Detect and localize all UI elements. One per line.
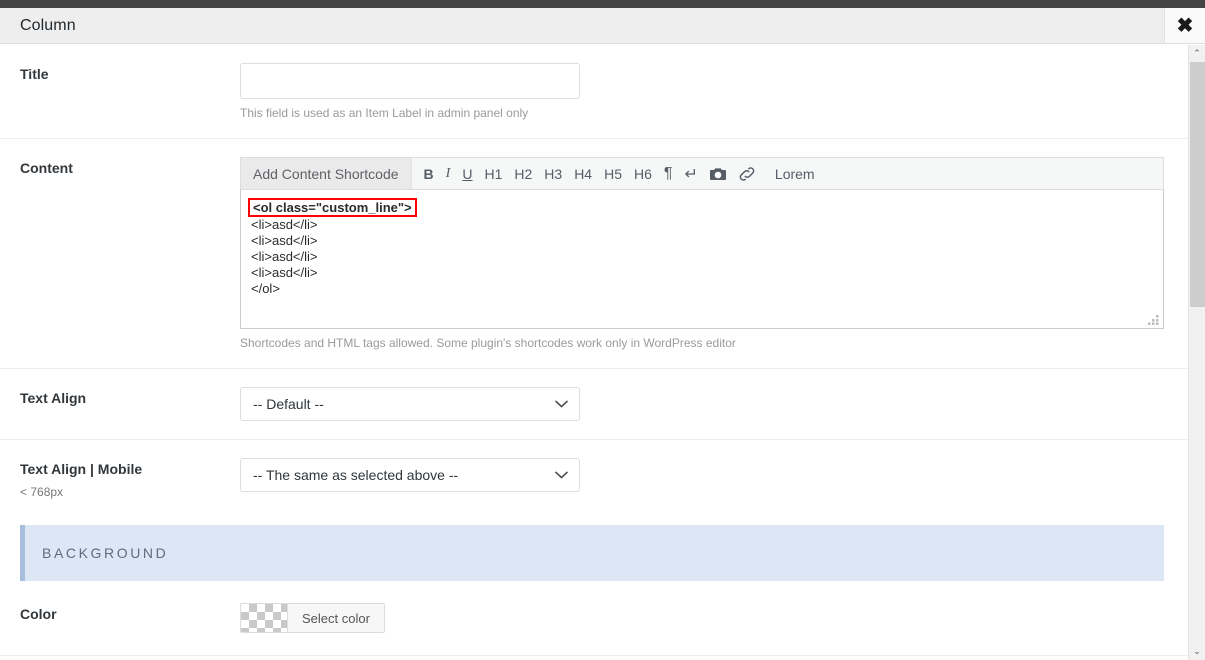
- content-textarea[interactable]: <ol class="custom_line"> <li>asd</li> <l…: [240, 189, 1164, 329]
- title-field-cell: This field is used as an Item Label in a…: [240, 63, 1164, 120]
- text-align-mobile-field-cell: -- The same as selected above --: [240, 458, 1164, 492]
- camera-icon: [709, 167, 726, 180]
- form-row-text-align: Text Align -- Default --: [0, 368, 1188, 439]
- scrollbar-thumb[interactable]: [1190, 62, 1205, 307]
- content-label-cell: Content: [20, 157, 240, 176]
- close-icon: ✖: [1176, 14, 1194, 37]
- form-row-title: Title This field is used as an Item Labe…: [0, 45, 1188, 138]
- underline-button[interactable]: U: [456, 158, 478, 190]
- heading-4-button[interactable]: H4: [568, 158, 598, 190]
- background-section-header: BACKGROUND: [20, 525, 1164, 581]
- chevron-down-icon: [555, 471, 568, 479]
- text-align-field-cell: -- Default --: [240, 387, 1164, 421]
- text-align-mobile-selected-value: -- The same as selected above --: [253, 467, 459, 483]
- form-row-image: Image Browse: [0, 655, 1188, 660]
- modal-body: Title This field is used as an Item Labe…: [0, 45, 1188, 660]
- text-align-mobile-sublabel: < 768px: [20, 485, 64, 499]
- text-align-mobile-label-cell: Text Align | Mobile < 768px: [20, 458, 240, 499]
- link-icon: [739, 166, 755, 181]
- paragraph-button[interactable]: ¶: [658, 158, 679, 190]
- background-section-title: BACKGROUND: [42, 545, 169, 561]
- content-help-text: Shortcodes and HTML tags allowed. Some p…: [240, 336, 736, 350]
- heading-3-button[interactable]: H3: [538, 158, 568, 190]
- color-field-cell: Select color: [240, 603, 1164, 637]
- code-line: </ol>: [251, 281, 280, 296]
- chevron-down-icon: [555, 400, 568, 408]
- color-swatch-transparent: [241, 604, 287, 632]
- code-line: <li>asd</li>: [251, 233, 318, 248]
- italic-button[interactable]: I: [440, 158, 457, 190]
- section-row-background: BACKGROUND: [0, 525, 1188, 581]
- heading-2-button[interactable]: H2: [508, 158, 538, 190]
- camera-button[interactable]: [704, 158, 733, 190]
- color-label-cell: Color: [20, 603, 240, 622]
- code-line: <li>asd</li>: [251, 217, 318, 232]
- resize-handle-icon[interactable]: [1148, 313, 1160, 325]
- vertical-scrollbar[interactable]: ⌃ ⌄: [1188, 45, 1205, 660]
- text-align-label-cell: Text Align: [20, 387, 240, 406]
- text-align-select[interactable]: -- Default --: [240, 387, 580, 421]
- code-line-wrapper: <ol class="custom_line">: [248, 198, 1153, 217]
- title-label: Title: [20, 66, 49, 82]
- title-input[interactable]: [240, 63, 580, 99]
- highlighted-code-line: <ol class="custom_line">: [248, 198, 417, 217]
- text-align-label: Text Align: [20, 390, 87, 406]
- text-align-mobile-label: Text Align | Mobile: [20, 461, 143, 477]
- select-color-button[interactable]: Select color: [240, 603, 385, 633]
- modal-header: Column: [0, 8, 1164, 44]
- line-break-button[interactable]: ↵: [679, 158, 704, 190]
- heading-6-button[interactable]: H6: [628, 158, 658, 190]
- bold-button[interactable]: B: [418, 158, 440, 190]
- lorem-button[interactable]: Lorem: [761, 158, 821, 190]
- heading-1-button[interactable]: H1: [478, 158, 508, 190]
- browser-top-strip: [0, 0, 1205, 8]
- editor-toolbar: Add Content Shortcode B I U H1 H2 H3 H4 …: [240, 157, 1164, 190]
- select-color-label: Select color: [287, 604, 384, 632]
- title-help-text: This field is used as an Item Label in a…: [240, 106, 529, 120]
- content-field-cell: Add Content Shortcode B I U H1 H2 H3 H4 …: [240, 157, 1164, 350]
- chevron-down-icon: ⌄: [1193, 646, 1201, 656]
- color-label: Color: [20, 606, 57, 622]
- page-title: Column: [20, 16, 76, 34]
- chevron-up-icon: ⌃: [1193, 48, 1201, 58]
- form-row-content: Content Add Content Shortcode B I U H1 H…: [0, 138, 1188, 368]
- code-line: <li>asd</li>: [251, 249, 318, 264]
- close-button[interactable]: ✖: [1164, 8, 1205, 44]
- code-line: <li>asd</li>: [251, 265, 318, 280]
- scroll-down-button[interactable]: ⌄: [1189, 643, 1205, 660]
- add-content-shortcode-button[interactable]: Add Content Shortcode: [241, 157, 412, 190]
- form-row-text-align-mobile: Text Align | Mobile < 768px -- The same …: [0, 439, 1188, 517]
- heading-5-button[interactable]: H5: [598, 158, 628, 190]
- scroll-up-button[interactable]: ⌃: [1189, 45, 1205, 62]
- content-label: Content: [20, 160, 73, 176]
- link-button[interactable]: [733, 158, 761, 190]
- title-label-cell: Title: [20, 63, 240, 82]
- form-row-color: Color Select color: [0, 581, 1188, 655]
- text-align-selected-value: -- Default --: [253, 396, 324, 412]
- text-align-mobile-select[interactable]: -- The same as selected above --: [240, 458, 580, 492]
